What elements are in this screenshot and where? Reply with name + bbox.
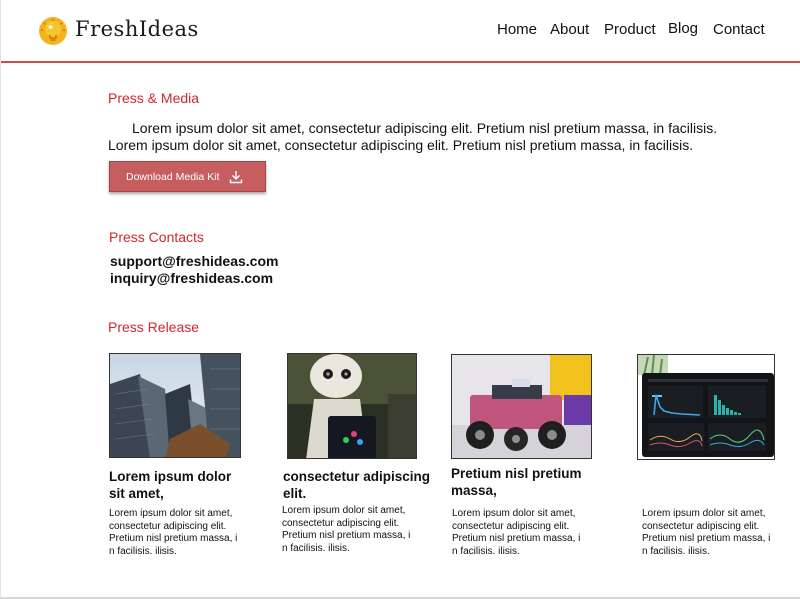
press-release-image-buildings[interactable] (109, 353, 241, 458)
download-button-label: Download Media Kit (126, 170, 220, 183)
site-header: FreshIdeas Home About Product Blog Conta… (1, 0, 800, 63)
lightbulb-icon[interactable] (38, 16, 68, 46)
card-description: Lorem ipsum dolor sit amet, consectetur … (282, 505, 411, 554)
press-release-image-robot[interactable] (287, 353, 417, 459)
page: FreshIdeas Home About Product Blog Conta… (0, 0, 800, 599)
nav-home[interactable]: Home (497, 21, 537, 38)
nav-product[interactable]: Product (604, 21, 656, 38)
press-contacts-title: Press Contacts (109, 229, 204, 245)
card-description: Lorem ipsum dolor sit amet, consectetur … (642, 508, 771, 557)
press-release-image-robot-car[interactable] (451, 354, 592, 459)
brand-name[interactable]: FreshIdeas (75, 17, 199, 41)
press-release-title: Press Release (108, 319, 200, 335)
card-description: Lorem ipsum dolor sit amet, consectetur … (109, 508, 238, 557)
download-media-kit-button[interactable]: Download Media Kit (109, 161, 266, 192)
press-release-image-dashboard[interactable] (637, 354, 775, 460)
card-title[interactable]: Pretium nisl pretium massa, (451, 465, 582, 499)
nav-about[interactable]: About (550, 21, 589, 38)
nav-blog[interactable]: Blog (668, 20, 698, 37)
press-media-title: Press & Media (108, 90, 200, 106)
press-media-intro: Lorem ipsum dolor sit amet, consectetur … (108, 120, 718, 153)
nav-contact[interactable]: Contact (713, 21, 765, 38)
download-icon (230, 170, 243, 183)
card-title[interactable]: consectetur adipiscing elit. (283, 468, 430, 502)
support-email[interactable]: support@freshideas.com (110, 253, 278, 269)
card-description: Lorem ipsum dolor sit amet, consectetur … (452, 508, 581, 557)
inquiry-email[interactable]: inquiry@freshideas.com (110, 270, 273, 286)
card-title[interactable]: Lorem ipsum dolor sit amet, (109, 468, 231, 502)
